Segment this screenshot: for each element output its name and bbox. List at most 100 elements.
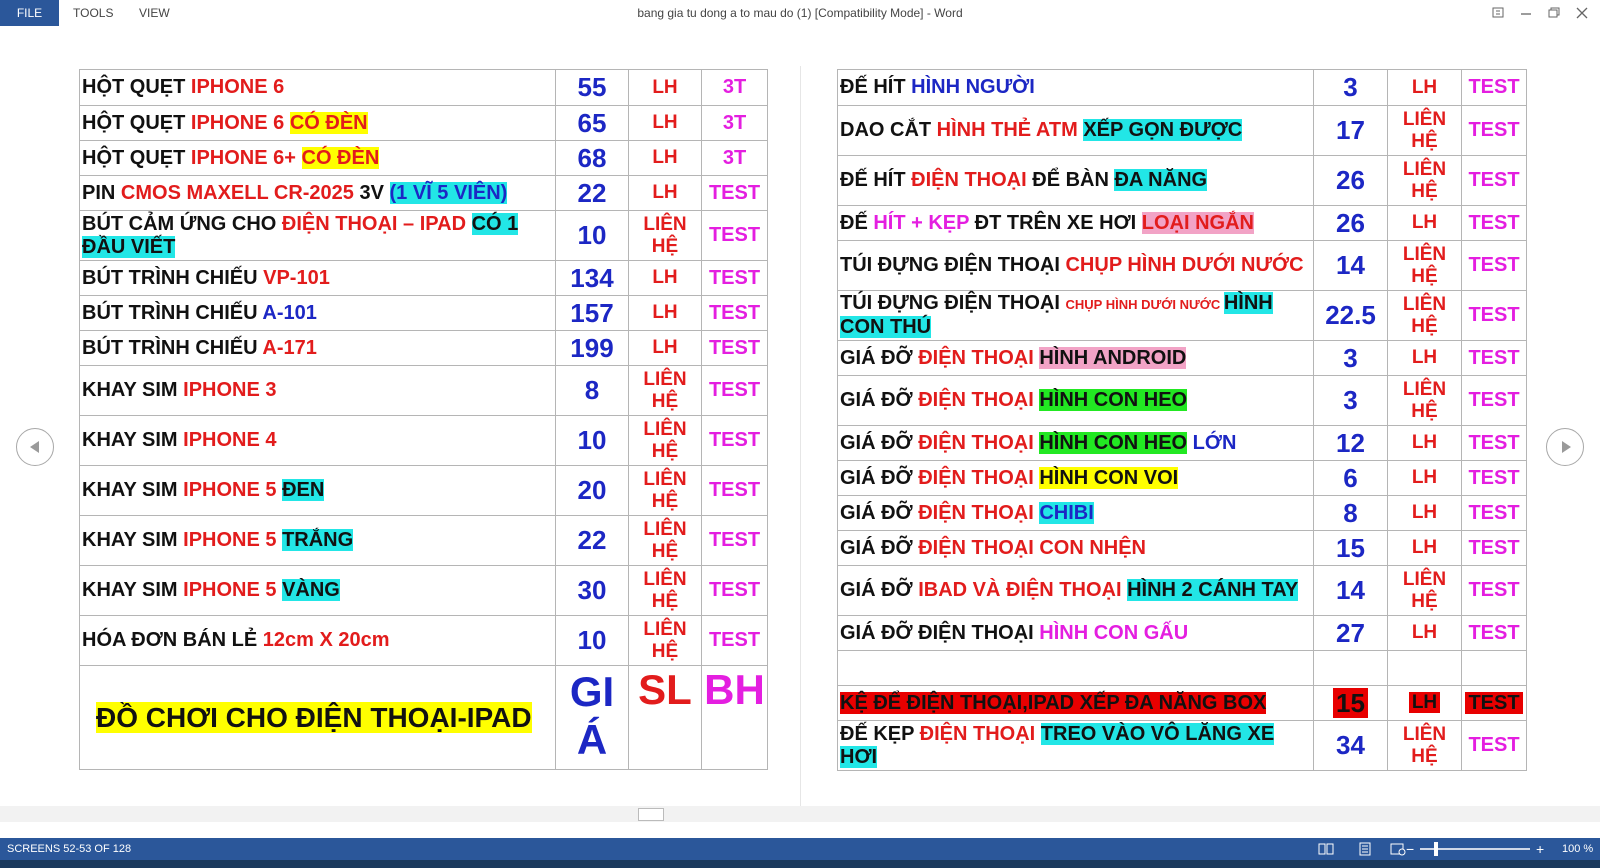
product-name-cell[interactable]: GIÁ ĐỠ ĐIỆN THOẠI HÌNH CON HEO LỚN bbox=[837, 425, 1314, 461]
product-name-cell[interactable]: DAO CẮT HÌNH THẺ ATM XẾP GỌN ĐƯỢC bbox=[837, 105, 1314, 156]
price-cell[interactable]: 3 bbox=[1313, 375, 1388, 426]
product-name-cell[interactable]: KHAY SIM IPHONE 5 ĐEN bbox=[79, 465, 556, 516]
product-name-cell[interactable]: BÚT TRÌNH CHIẾU A-101 bbox=[79, 295, 556, 331]
quantity-cell[interactable]: LH bbox=[1387, 205, 1462, 241]
quantity-cell[interactable]: LH bbox=[628, 260, 702, 296]
quantity-cell[interactable]: LH bbox=[628, 295, 702, 331]
warranty-cell[interactable]: TEST bbox=[701, 615, 768, 666]
warranty-cell[interactable]: TEST bbox=[701, 415, 768, 466]
product-name-cell[interactable]: KHAY SIM IPHONE 5 VÀNG bbox=[79, 565, 556, 616]
product-name-cell[interactable]: ĐẾ KẸP ĐIỆN THOẠI TREO VÀO VÔ LĂNG XE HƠ… bbox=[837, 720, 1314, 771]
price-cell[interactable]: 20 bbox=[555, 465, 629, 516]
product-name-cell[interactable]: HỘT QUẸT IPHONE 6 bbox=[79, 69, 556, 106]
price-cell[interactable]: 26 bbox=[1313, 155, 1388, 206]
price-cell[interactable]: 6 bbox=[1313, 460, 1388, 496]
price-cell[interactable]: 134 bbox=[555, 260, 629, 296]
price-cell[interactable]: 3 bbox=[1313, 340, 1388, 376]
product-name-cell[interactable]: HỘT QUẸT IPHONE 6 CÓ ĐÈN bbox=[79, 105, 556, 141]
quantity-cell[interactable]: LH bbox=[628, 175, 702, 211]
web-layout-icon[interactable] bbox=[1390, 842, 1406, 856]
quantity-cell[interactable]: LH bbox=[628, 330, 702, 366]
warranty-cell[interactable]: 3T bbox=[701, 69, 768, 106]
minimize-icon[interactable] bbox=[1515, 3, 1537, 23]
price-cell[interactable]: 3 bbox=[1313, 69, 1388, 106]
zoom-out-button[interactable]: − bbox=[1406, 838, 1414, 860]
product-name-cell[interactable]: BÚT TRÌNH CHIẾU VP-101 bbox=[79, 260, 556, 296]
product-name-cell[interactable]: GIÁ ĐỠ ĐIỆN THOẠI CON NHỆN bbox=[837, 530, 1314, 566]
quantity-cell[interactable]: LH bbox=[1387, 69, 1462, 106]
product-name-cell[interactable] bbox=[837, 650, 1314, 686]
price-cell[interactable]: 22.5 bbox=[1313, 290, 1388, 341]
warranty-cell[interactable]: TEST bbox=[1461, 495, 1527, 531]
warranty-cell[interactable]: TEST bbox=[1461, 615, 1527, 651]
quantity-cell[interactable]: LH bbox=[628, 140, 702, 176]
fullscreen-icon[interactable] bbox=[1487, 3, 1509, 23]
price-cell[interactable]: 17 bbox=[1313, 105, 1388, 156]
scrollbar-thumb[interactable] bbox=[638, 808, 664, 821]
price-cell[interactable]: 14 bbox=[1313, 565, 1388, 616]
quantity-cell[interactable]: LH bbox=[1387, 495, 1462, 531]
quantity-cell[interactable]: LIÊN HỆ bbox=[1387, 720, 1462, 771]
product-name-cell[interactable]: GIÁ ĐỠ IBAD VÀ ĐIỆN THOẠI HÌNH 2 CÁNH TA… bbox=[837, 565, 1314, 616]
product-name-cell[interactable]: BÚT CẢM ỨNG CHO ĐIỆN THOẠI – IPAD CÓ 1 Đ… bbox=[79, 210, 556, 261]
zoom-in-button[interactable]: + bbox=[1536, 838, 1544, 860]
quantity-cell[interactable]: LH bbox=[628, 69, 702, 106]
warranty-cell[interactable]: TEST bbox=[701, 175, 768, 211]
quantity-cell[interactable]: LH bbox=[1387, 340, 1462, 376]
quantity-cell[interactable]: LH bbox=[1387, 530, 1462, 566]
warranty-cell[interactable]: TEST bbox=[1461, 69, 1527, 106]
quantity-cell[interactable]: LH bbox=[1387, 685, 1462, 721]
quantity-cell[interactable]: LH bbox=[1387, 425, 1462, 461]
category-title-cell[interactable]: ĐỒ CHƠI CHO ĐIỆN THOẠI-IPAD bbox=[79, 665, 556, 770]
product-name-cell[interactable]: KHAY SIM IPHONE 3 bbox=[79, 365, 556, 416]
quantity-cell[interactable]: LIÊN HỆ bbox=[1387, 290, 1462, 341]
warranty-cell[interactable]: TEST bbox=[1461, 460, 1527, 496]
quantity-cell[interactable]: LIÊN HỆ bbox=[1387, 155, 1462, 206]
product-name-cell[interactable]: ĐẾ HÍT + KẸP ĐT TRÊN XE HƠI LOẠI NGẮN bbox=[837, 205, 1314, 241]
view-menu[interactable]: VIEW bbox=[139, 0, 170, 26]
warranty-cell[interactable]: TEST bbox=[1461, 530, 1527, 566]
read-mode-icon[interactable] bbox=[1318, 842, 1334, 856]
quantity-cell[interactable]: LIÊN HỆ bbox=[628, 465, 702, 516]
warranty-cell[interactable]: TEST bbox=[701, 565, 768, 616]
warranty-cell[interactable]: TEST bbox=[1461, 155, 1527, 206]
product-name-cell[interactable]: KHAY SIM IPHONE 4 bbox=[79, 415, 556, 466]
warranty-cell[interactable]: TEST bbox=[701, 515, 768, 566]
warranty-cell[interactable]: TEST bbox=[701, 210, 768, 261]
price-cell[interactable]: 12 bbox=[1313, 425, 1388, 461]
warranty-cell[interactable]: TEST bbox=[1461, 105, 1527, 156]
restore-icon[interactable] bbox=[1543, 3, 1565, 23]
price-cell[interactable]: 15 bbox=[1313, 685, 1388, 721]
price-cell[interactable]: 26 bbox=[1313, 205, 1388, 241]
product-name-cell[interactable]: KHAY SIM IPHONE 5 TRẮNG bbox=[79, 515, 556, 566]
price-cell[interactable]: 22 bbox=[555, 175, 629, 211]
quantity-cell[interactable]: LIÊN HỆ bbox=[1387, 375, 1462, 426]
price-column-header-cell[interactable]: GI Á bbox=[555, 665, 629, 770]
quantity-cell[interactable]: LH bbox=[628, 105, 702, 141]
price-cell[interactable]: 8 bbox=[555, 365, 629, 416]
product-name-cell[interactable]: GIÁ ĐỠ ĐIỆN THOẠI HÌNH CON VOI bbox=[837, 460, 1314, 496]
quantity-cell[interactable]: LIÊN HỆ bbox=[1387, 240, 1462, 291]
warranty-cell[interactable]: TEST bbox=[1461, 290, 1527, 341]
product-name-cell[interactable]: TÚI ĐỰNG ĐIỆN THOẠI CHỤP HÌNH DƯỚI NƯỚC … bbox=[837, 290, 1314, 341]
price-cell[interactable]: 14 bbox=[1313, 240, 1388, 291]
price-cell[interactable]: 10 bbox=[555, 615, 629, 666]
next-screen-button[interactable] bbox=[1546, 428, 1584, 466]
warranty-cell[interactable]: TEST bbox=[701, 330, 768, 366]
previous-screen-button[interactable] bbox=[16, 428, 54, 466]
horizontal-scrollbar[interactable] bbox=[0, 806, 1600, 822]
file-menu[interactable]: FILE bbox=[0, 0, 59, 26]
price-cell[interactable]: 30 bbox=[555, 565, 629, 616]
product-name-cell[interactable]: HÓA ĐƠN BÁN LẺ 12cm X 20cm bbox=[79, 615, 556, 666]
price-cell[interactable]: 55 bbox=[555, 69, 629, 106]
quantity-cell[interactable]: LIÊN HỆ bbox=[628, 565, 702, 616]
product-name-cell[interactable]: HỘT QUẸT IPHONE 6+ CÓ ĐÈN bbox=[79, 140, 556, 176]
price-cell[interactable]: 68 bbox=[555, 140, 629, 176]
warranty-cell[interactable]: TEST bbox=[701, 295, 768, 331]
quantity-cell[interactable]: LIÊN HỆ bbox=[628, 415, 702, 466]
price-cell[interactable]: 10 bbox=[555, 415, 629, 466]
warranty-cell[interactable]: TEST bbox=[701, 465, 768, 516]
price-cell[interactable]: 10 bbox=[555, 210, 629, 261]
product-name-cell[interactable]: TÚI ĐỰNG ĐIỆN THOẠI CHỤP HÌNH DƯỚI NƯỚC bbox=[837, 240, 1314, 291]
price-cell[interactable]: 199 bbox=[555, 330, 629, 366]
